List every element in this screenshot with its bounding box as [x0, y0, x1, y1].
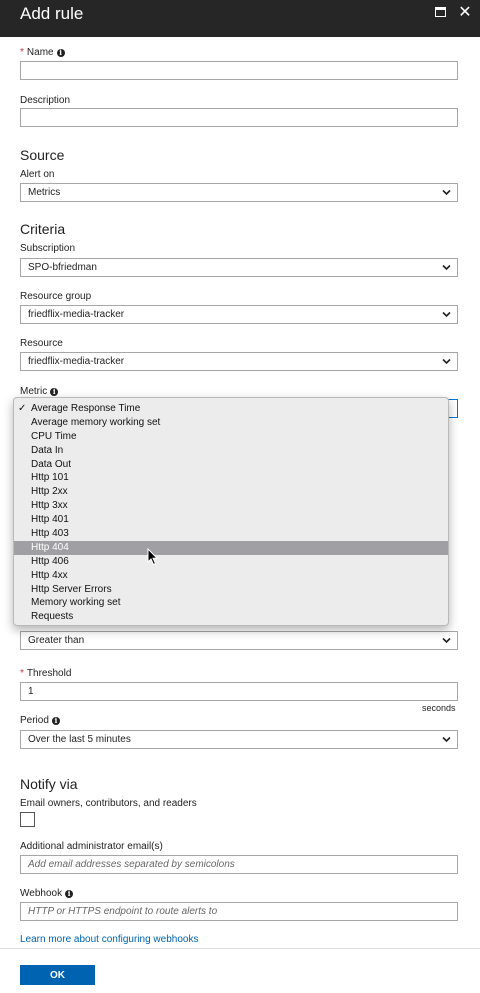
name-input[interactable]	[20, 61, 458, 80]
info-icon[interactable]: i	[65, 890, 74, 898]
blade-header: Add rule ✕	[0, 0, 480, 37]
close-icon[interactable]: ✕	[457, 5, 473, 21]
resource-value: friedflix-media-tracker	[28, 356, 125, 367]
metric-option-label: Http 101	[31, 472, 69, 484]
metric-option[interactable]: Http 404	[14, 540, 448, 555]
maximize-icon[interactable]	[434, 5, 450, 21]
period-label: Period i	[20, 714, 60, 727]
notify-heading: Notify via	[20, 776, 78, 792]
required-asterisk: *	[20, 668, 24, 679]
metric-option[interactable]: ✓ Average Response Time	[14, 402, 448, 416]
description-label: Description	[20, 95, 71, 106]
source-heading: Source	[20, 147, 65, 163]
threshold-unit: seconds	[422, 703, 456, 713]
metric-dropdown-menu[interactable]: ✓ Average Response Time Average memory wor…	[13, 397, 449, 626]
criteria-heading: Criteria	[20, 221, 66, 237]
webhook-label: Webhook i	[20, 887, 74, 900]
metric-option[interactable]: CPU Time	[14, 430, 448, 444]
info-icon[interactable]: i	[50, 388, 59, 396]
metric-option-label: Http 401	[31, 514, 69, 526]
admin-email-input[interactable]: Add email addresses separated by semicol…	[20, 855, 458, 874]
condition-select[interactable]: Greater than	[20, 631, 458, 650]
metric-option-label: Http 3xx	[31, 500, 68, 512]
chevron-down-icon	[442, 264, 451, 271]
alert-on-value: Metrics	[28, 187, 61, 198]
metric-option[interactable]: Http 4xx	[14, 569, 448, 583]
metric-option[interactable]: Http Server Errors	[14, 583, 448, 597]
metric-option-label: Http 404	[31, 541, 69, 553]
resource-select[interactable]: friedflix-media-tracker	[20, 352, 458, 371]
info-icon[interactable]: i	[56, 49, 65, 57]
chevron-down-icon	[442, 637, 451, 644]
metric-option-label: Requests	[31, 611, 74, 623]
subscription-value: SPO-bfriedman	[28, 262, 97, 273]
chevron-down-icon	[442, 358, 451, 365]
ok-button[interactable]: OK	[20, 965, 95, 985]
subscription-label: Subscription	[20, 243, 76, 254]
metric-option[interactable]: Http 403	[14, 527, 448, 541]
chevron-down-icon	[442, 311, 451, 318]
period-select[interactable]: Over the last 5 minutes	[20, 730, 458, 749]
resource-group-select[interactable]: friedflix-media-tracker	[20, 305, 458, 324]
metric-option-label: CPU Time	[31, 430, 77, 442]
name-label: * Name i	[20, 46, 65, 59]
metric-option[interactable]: Memory working set	[14, 596, 448, 610]
condition-value: Greater than	[28, 635, 85, 646]
metric-option-label: Http Server Errors	[31, 583, 112, 595]
metric-option-label: Data In	[31, 444, 64, 456]
period-value: Over the last 5 minutes	[28, 734, 131, 745]
metric-option[interactable]: Http 3xx	[14, 499, 448, 513]
info-icon[interactable]: i	[51, 717, 60, 725]
alert-on-select[interactable]: Metrics	[20, 183, 458, 202]
metric-option-label: Http 2xx	[31, 486, 68, 498]
resource-group-label: Resource group	[20, 291, 92, 302]
email-owners-label: Email owners, contributors, and readers	[20, 798, 197, 809]
metric-option-label: Memory working set	[31, 597, 121, 609]
required-asterisk: *	[20, 47, 24, 58]
metric-option[interactable]: Data In	[14, 444, 448, 458]
resource-group-value: friedflix-media-tracker	[28, 309, 125, 320]
metric-options-list: ✓ Average Response Time Average memory wor…	[14, 402, 448, 624]
metric-option-label: Average memory working set	[31, 416, 161, 428]
metric-option[interactable]: Requests	[14, 610, 448, 624]
checkmark-icon: ✓	[18, 403, 27, 414]
subscription-select[interactable]: SPO-bfriedman	[20, 258, 458, 277]
metric-option[interactable]: Average memory working set	[14, 416, 448, 430]
chevron-down-icon	[442, 189, 451, 196]
metric-option-label: Http 4xx	[31, 569, 68, 581]
resource-label: Resource	[20, 338, 63, 349]
chevron-down-icon	[442, 736, 451, 743]
threshold-input[interactable]: 1	[20, 682, 458, 701]
mouse-pointer-icon	[147, 548, 159, 566]
metric-option-label: Http 406	[31, 555, 69, 567]
alert-on-label: Alert on	[20, 169, 55, 180]
metric-option[interactable]: Http 101	[14, 471, 448, 485]
email-owners-checkbox[interactable]	[20, 812, 35, 827]
footer-divider	[0, 948, 480, 949]
metric-option-label: Data Out	[31, 458, 72, 470]
blade-title: Add rule	[20, 4, 84, 23]
metric-option-label: Http 403	[31, 528, 69, 540]
metric-option-label: Average Response Time	[31, 403, 141, 414]
metric-option[interactable]: Http 406	[14, 555, 448, 569]
learn-more-webhooks-link[interactable]: Learn more about configuring webhooks	[20, 934, 198, 945]
threshold-label: * Threshold	[20, 668, 72, 679]
metric-option[interactable]: Http 2xx	[14, 485, 448, 499]
admin-email-label: Additional administrator email(s)	[20, 841, 163, 852]
description-input[interactable]	[20, 108, 458, 127]
metric-option[interactable]: Http 401	[14, 513, 448, 527]
webhook-input[interactable]: HTTP or HTTPS endpoint to route alerts t…	[20, 902, 458, 921]
metric-option[interactable]: Data Out	[14, 458, 448, 472]
